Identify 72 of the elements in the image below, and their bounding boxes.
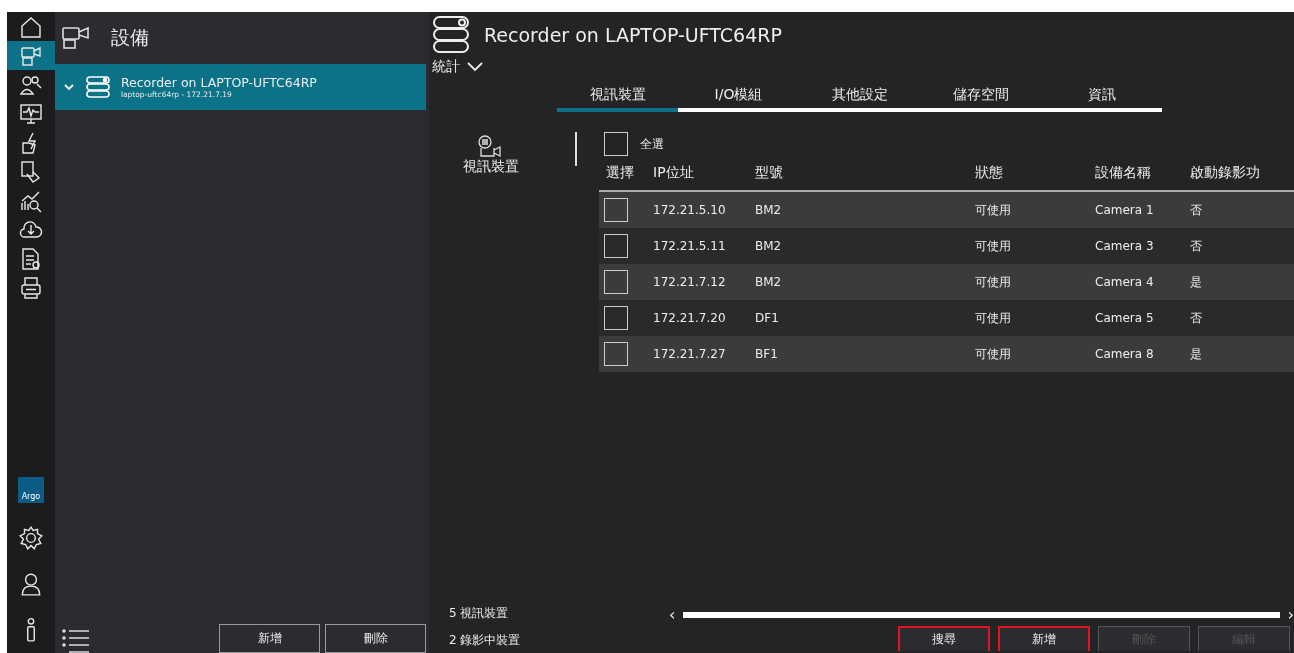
recorder-name: Recorder on LAPTOP-UFTC64RP	[120, 75, 317, 90]
panel-button[interactable]: 新增	[219, 624, 320, 653]
table-cell-text: 可使用	[975, 309, 1012, 327]
row-checkbox[interactable]	[604, 306, 628, 330]
action-button[interactable]: 搜尋	[898, 626, 990, 651]
action-button[interactable]: 新增	[998, 626, 1090, 651]
log-printer-icon[interactable]	[18, 275, 43, 300]
row-checkbox[interactable]	[604, 198, 628, 222]
column-header: IP位址	[653, 164, 695, 182]
list-icon[interactable]	[60, 627, 91, 653]
row-checkbox[interactable]	[604, 270, 628, 294]
tab[interactable]: 其他設定	[799, 84, 920, 112]
table-cell-text: 172.21.7.27	[653, 347, 727, 361]
table-cell-text: Camera 5	[1095, 311, 1155, 325]
tab[interactable]: 資訊	[1041, 84, 1162, 112]
table-row[interactable]: 172.21.7.12 BM2 可使用 Camera 4 是	[599, 264, 1294, 300]
table-cell-text: Camera 4	[1095, 275, 1155, 289]
table-cell-text: 172.21.5.11	[653, 239, 727, 253]
statistics-dropdown[interactable]: 統計	[429, 58, 484, 76]
table-cell-text: 否	[1190, 237, 1203, 255]
tab[interactable]: 視訊裝置	[557, 84, 678, 112]
table-row[interactable]: 172.21.7.27 BF1 可使用 Camera 8 是	[599, 336, 1294, 372]
column-header: 狀態	[975, 164, 1004, 182]
table-cell-text: Camera 8	[1095, 347, 1155, 361]
column-header: 設備名稱	[1095, 164, 1152, 182]
camera-button[interactable]	[7, 41, 55, 70]
panel-title: 設備	[110, 25, 149, 50]
panel-button[interactable]: 刪除	[325, 624, 426, 653]
table-row[interactable]: 172.21.5.10 BM2 可使用 Camera 1 否	[599, 192, 1294, 228]
settings-icon[interactable]	[17, 525, 44, 551]
table-cell-text: 是	[1190, 273, 1203, 291]
app-logo: Argo	[17, 477, 44, 503]
table-cell-text: BM2	[755, 203, 783, 217]
select-all-checkbox[interactable]	[604, 132, 628, 156]
camera-icon	[60, 25, 91, 51]
table-cell-text: 可使用	[975, 201, 1012, 219]
table-cell-text: 可使用	[975, 273, 1012, 291]
table-cell-text: 可使用	[975, 345, 1012, 363]
device-count: 2 錄影中裝置	[449, 632, 522, 649]
table-cell-text: 是	[1190, 345, 1203, 363]
row-checkbox[interactable]	[604, 342, 628, 366]
table-row[interactable]: 172.21.7.20 DF1 可使用 Camera 5 否	[599, 300, 1294, 336]
server-icon	[432, 15, 470, 55]
scroll-right-button[interactable]: ›	[1287, 605, 1294, 624]
horizontal-scrollbar[interactable]	[683, 611, 1280, 618]
table-cell-text: BM2	[755, 239, 783, 253]
table-cell-text: DF1	[755, 311, 780, 325]
scroll-left-button[interactable]: ‹	[669, 605, 676, 624]
tab[interactable]: I/O模組	[678, 84, 799, 112]
table-cell-text: 172.21.7.12	[653, 275, 727, 289]
monitor-icon[interactable]	[18, 101, 43, 126]
server-icon	[84, 75, 111, 99]
table-cell-text: 可使用	[975, 237, 1012, 255]
column-header: 啟動錄影功	[1190, 164, 1261, 182]
tab[interactable]: 儲存空間	[920, 84, 1041, 112]
table-row[interactable]: 172.21.5.11 BM2 可使用 Camera 3 否	[599, 228, 1294, 264]
table-cell-text: Camera 1	[1095, 203, 1155, 217]
device-count: 5 視訊裝置	[449, 605, 510, 622]
table-cell-text: 否	[1190, 201, 1203, 219]
table-cell-text: Camera 3	[1095, 239, 1155, 253]
table-cell-text: 172.21.5.10	[653, 203, 727, 217]
recorder-title: Recorder on LAPTOP-UFTC64RP	[484, 24, 782, 46]
section-label: 視訊裝置	[463, 158, 519, 176]
row-checkbox[interactable]	[604, 234, 628, 258]
column-header: 型號	[755, 164, 784, 182]
chevron-icon[interactable]	[466, 61, 484, 73]
select-all-label: 全選	[640, 135, 664, 153]
column-header: 選擇	[605, 164, 635, 182]
table-cell-text: 172.21.7.20	[653, 311, 727, 325]
table-cell-text: 否	[1190, 309, 1203, 327]
table-cell-text: BF1	[755, 347, 779, 361]
table-cell-text: BM2	[755, 275, 783, 289]
